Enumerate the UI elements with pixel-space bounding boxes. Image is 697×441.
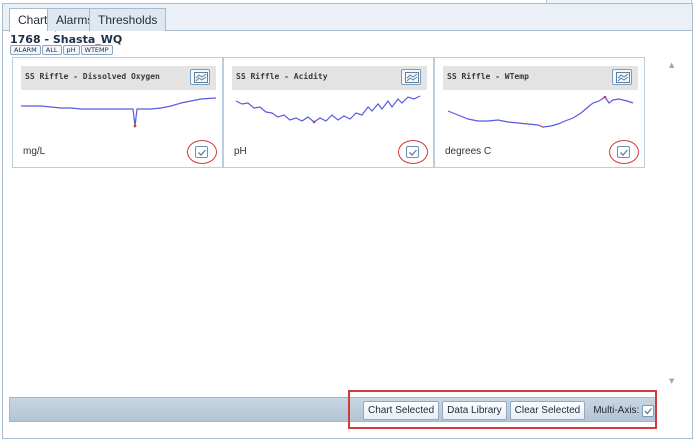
units-label: pH — [234, 146, 247, 157]
sensor-card-acidity: SS Riffle - Acidity pH — [223, 57, 434, 168]
highlight-circle — [187, 140, 217, 164]
card-title: SS Riffle - WTemp — [447, 72, 529, 81]
sparkline-chart — [235, 95, 421, 124]
filter-wtemp[interactable]: WTEMP — [80, 45, 113, 55]
units-label: mg/L — [23, 146, 46, 157]
line-chart-button[interactable] — [190, 69, 210, 85]
cards-area: SS Riffle - Dissolved Oxygen mg/L SS Rif… — [9, 57, 663, 399]
card-header: SS Riffle - Dissolved Oxygen — [21, 66, 216, 90]
scroll-up-icon[interactable]: ▲ — [669, 61, 674, 69]
check-icon — [409, 149, 417, 156]
filter-alarm[interactable]: ALARM — [10, 45, 41, 55]
highlight-box — [348, 390, 657, 429]
highlight-circle — [398, 140, 428, 164]
units-label: degrees C — [445, 146, 492, 157]
tab-bar: Chart Alarms Thresholds — [3, 4, 692, 32]
card-title: SS Riffle - Acidity — [236, 72, 328, 81]
select-checkbox[interactable] — [195, 146, 208, 158]
highlight-circle — [609, 140, 639, 164]
check-icon — [620, 149, 628, 156]
tab-thresholds[interactable]: Thresholds — [89, 8, 167, 31]
line-chart-icon — [616, 72, 630, 83]
sensor-card-dissolved-oxygen: SS Riffle - Dissolved Oxygen mg/L — [12, 57, 223, 168]
card-title: SS Riffle - Dissolved Oxygen — [25, 72, 160, 81]
select-checkbox[interactable] — [406, 146, 419, 158]
vertical-scrollbar[interactable]: ▲ ▼ — [666, 57, 680, 391]
card-header: SS Riffle - Acidity — [232, 66, 427, 90]
line-chart-icon — [194, 72, 208, 83]
sparkline-chart — [447, 95, 634, 129]
sensor-card-wtemp: SS Riffle - WTemp degrees C — [434, 57, 645, 168]
sparkline-chart — [21, 97, 216, 128]
check-icon — [198, 149, 206, 156]
line-chart-icon — [405, 72, 419, 83]
line-chart-button[interactable] — [612, 69, 632, 85]
card-header: SS Riffle - WTemp — [443, 66, 638, 90]
filter-ph[interactable]: pH — [62, 45, 80, 55]
filter-chips: ALARM ALL pH WTEMP — [10, 45, 113, 55]
select-checkbox[interactable] — [617, 146, 630, 158]
filter-all[interactable]: ALL — [41, 45, 62, 55]
line-chart-button[interactable] — [401, 69, 421, 85]
scroll-down-icon[interactable]: ▼ — [669, 377, 674, 385]
